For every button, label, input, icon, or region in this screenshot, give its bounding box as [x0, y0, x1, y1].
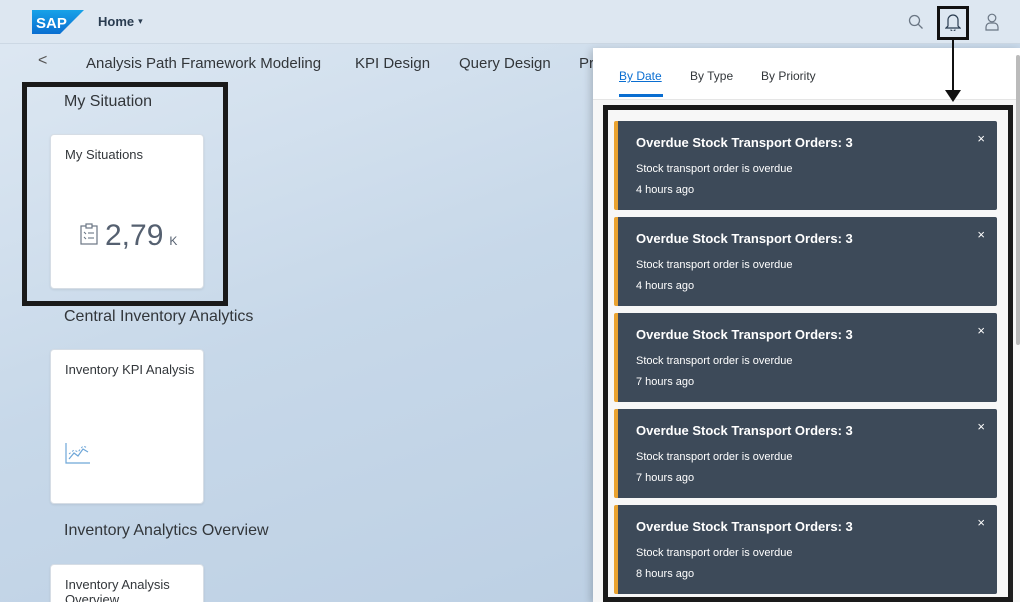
my-situation-highlight-frame — [22, 82, 228, 306]
user-icon[interactable] — [980, 10, 1004, 34]
line-chart-icon — [65, 443, 90, 464]
active-tab-indicator — [619, 94, 663, 97]
tab-by-priority[interactable]: By Priority — [761, 69, 816, 83]
panel-scrollbar[interactable] — [1016, 55, 1020, 345]
section-title-inventory-overview: Inventory Analytics Overview — [64, 522, 269, 539]
tab-analysis-path[interactable]: Analysis Path Framework Modeling — [86, 55, 321, 72]
sap-logo-text: SAP — [36, 15, 67, 32]
shell-header: SAP Home ▾ — [0, 0, 1020, 44]
chevron-down-icon: ▾ — [138, 16, 143, 26]
tile-inventory-overview[interactable]: Inventory Analysis Overview — [50, 564, 204, 602]
tab-truncated[interactable]: Pr — [579, 55, 594, 72]
notifications-highlight-frame — [603, 105, 1013, 602]
bell-highlight-frame — [937, 6, 969, 40]
tab-query-design[interactable]: Query Design — [459, 55, 551, 72]
annotation-arrow-line — [952, 40, 954, 92]
tab-by-type[interactable]: By Type — [690, 69, 733, 83]
section-title-central-inventory: Central Inventory Analytics — [64, 308, 254, 325]
tab-back-button[interactable]: < — [38, 52, 47, 70]
home-label: Home — [98, 14, 135, 29]
tile-inventory-kpi[interactable]: Inventory KPI Analysis — [50, 349, 204, 504]
tile-title: Inventory Analysis Overview — [65, 577, 170, 602]
annotation-arrow-head — [945, 90, 961, 102]
tab-by-date[interactable]: By Date — [619, 69, 662, 83]
tile-title: Inventory KPI Analysis — [65, 362, 195, 377]
tab-kpi-design[interactable]: KPI Design — [355, 55, 430, 72]
search-icon[interactable] — [904, 10, 928, 34]
home-menu-button[interactable]: Home ▾ — [98, 14, 143, 29]
sap-logo[interactable]: SAP — [32, 10, 84, 34]
